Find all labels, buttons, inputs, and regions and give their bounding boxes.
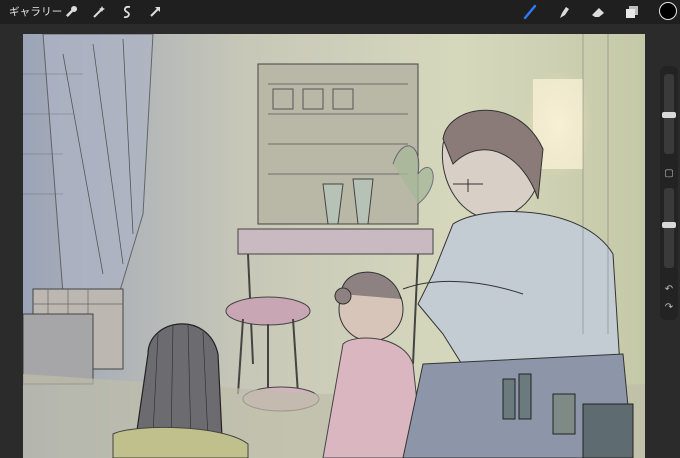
brush-icon[interactable] — [521, 3, 539, 21]
layers-icon[interactable] — [623, 3, 641, 21]
brush-sidebar: ▢ ↶ ↷ — [660, 66, 678, 320]
redo-icon[interactable]: ↷ — [663, 302, 675, 314]
opacity-thumb[interactable] — [662, 222, 676, 228]
transform-arrow-icon[interactable] — [146, 3, 164, 21]
square-icon[interactable]: ▢ — [663, 168, 675, 180]
illustration-canvas[interactable] — [23, 34, 645, 458]
undo-icon[interactable]: ↶ — [663, 284, 675, 296]
color-picker-swatch[interactable] — [659, 2, 677, 20]
smudge-icon[interactable] — [555, 3, 573, 21]
eraser-icon[interactable] — [589, 3, 607, 21]
top-toolbar: ギャラリー — [0, 0, 680, 24]
selection-icon[interactable] — [118, 3, 136, 21]
brush-size-thumb[interactable] — [662, 112, 676, 118]
wrench-icon[interactable] — [62, 3, 80, 21]
gallery-button[interactable]: ギャラリー — [9, 4, 63, 19]
magic-wand-icon[interactable] — [90, 3, 108, 21]
opacity-slider[interactable] — [664, 188, 674, 268]
